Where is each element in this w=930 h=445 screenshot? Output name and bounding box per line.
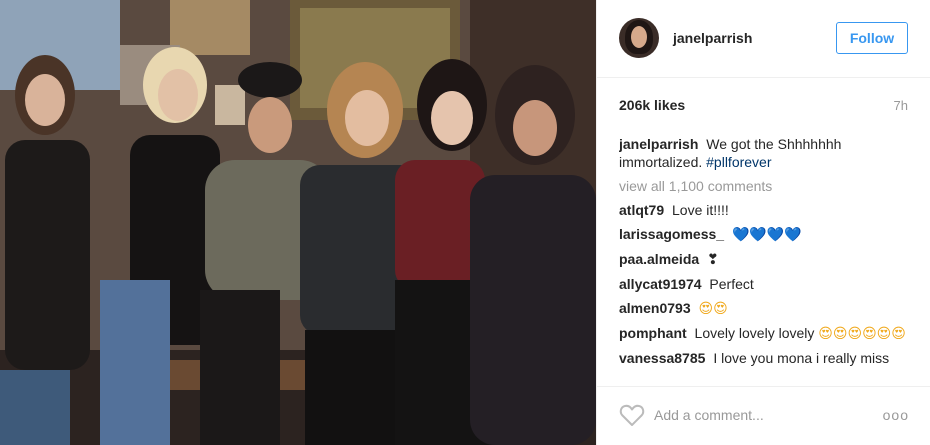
heart-exclamation-emoji: ❣ <box>707 252 719 268</box>
heart-eyes-emoji: 😍😍😍😍😍😍 <box>818 326 906 342</box>
comment-item: atlqt79 Love it!!!! <box>619 201 909 219</box>
comment-text: Perfect <box>709 276 754 292</box>
instagram-post: janelparrish Follow 206k likes 7h janelp… <box>0 0 930 445</box>
view-all-comments-link[interactable]: view all 1,100 comments <box>619 177 909 195</box>
comment-username[interactable]: pomphant <box>619 325 687 341</box>
comment-item: almen0793 😍😍 <box>619 299 909 318</box>
blue-heart-emoji: 💙💙💙💙 <box>731 227 802 243</box>
add-comment-input[interactable] <box>654 405 854 425</box>
more-options-icon[interactable]: ooo <box>883 407 909 423</box>
comment-username[interactable]: atlqt79 <box>619 202 664 218</box>
comment-text: I love you mona i really miss <box>713 350 890 366</box>
caption: janelparrish We got the Shhhhhhh immorta… <box>619 135 909 171</box>
comment-item: allycat91974 Perfect <box>619 275 909 293</box>
comment-username[interactable]: allycat91974 <box>619 276 702 292</box>
comment-username[interactable]: paa.almeida <box>619 251 699 267</box>
author-avatar[interactable] <box>619 18 659 58</box>
heart-eyes-emoji: 😍😍 <box>698 301 728 317</box>
post-header: janelparrish Follow <box>597 0 930 78</box>
comment-username[interactable]: vanessa8785 <box>619 350 705 366</box>
like-heart-icon[interactable] <box>619 403 645 427</box>
comments-list: janelparrish We got the Shhhhhhh immorta… <box>619 135 909 380</box>
comment-username[interactable]: larissagomess_ <box>619 226 724 242</box>
comment-item: larissagomess_ 💙💙💙💙 <box>619 225 909 244</box>
caption-username[interactable]: janelparrish <box>619 136 698 152</box>
follow-button[interactable]: Follow <box>836 22 908 54</box>
comment-item: paa.almeida ❣ <box>619 250 909 269</box>
comment-text: Love it!!!! <box>672 202 729 218</box>
caption-hashtag[interactable]: #pllforever <box>706 154 771 170</box>
comment-item: pomphant Lovely lovely lovely 😍😍😍😍😍😍 <box>619 324 909 343</box>
likes-count[interactable]: 206k likes <box>619 97 685 113</box>
comment-item: vanessa8785 I love you mona i really mis… <box>619 349 909 367</box>
post-photo-image <box>0 0 596 445</box>
post-timestamp[interactable]: 7h <box>894 98 908 113</box>
comment-username[interactable]: almen0793 <box>619 300 691 316</box>
comment-text: Lovely lovely lovely <box>694 325 815 341</box>
add-comment-bar: ooo <box>597 386 930 445</box>
author-username[interactable]: janelparrish <box>673 30 752 46</box>
post-sidebar: janelparrish Follow 206k likes 7h janelp… <box>596 0 930 445</box>
post-photo[interactable] <box>0 0 596 445</box>
